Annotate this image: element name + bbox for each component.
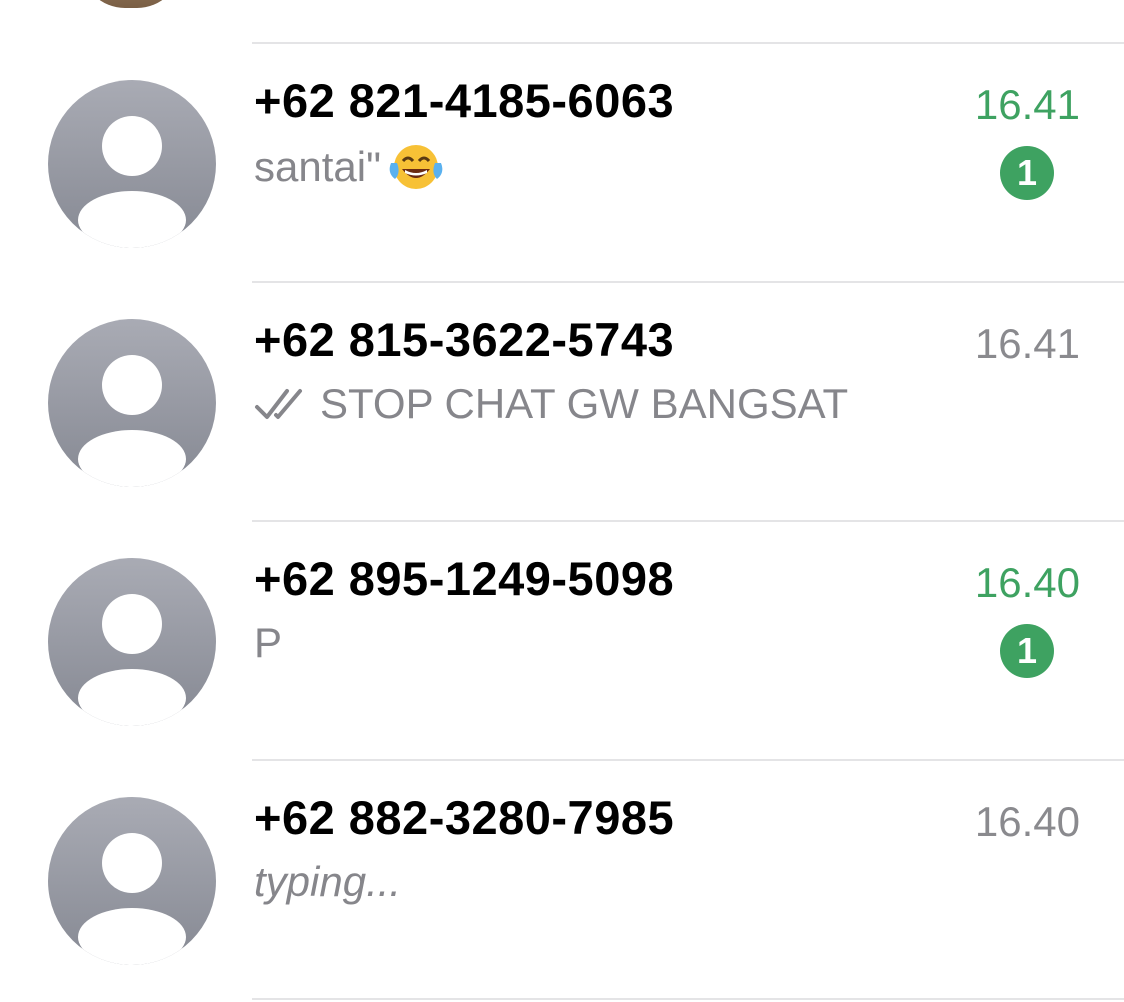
avatar[interactable] bbox=[48, 558, 216, 726]
avatar[interactable] bbox=[48, 797, 216, 965]
default-person-icon bbox=[78, 833, 186, 965]
chat-name: +62 815-3622-5743 bbox=[254, 313, 675, 366]
chat-row[interactable]: +62 882-3280-7985 16.40 typing... bbox=[0, 760, 1124, 998]
default-person-icon bbox=[78, 594, 186, 726]
unread-badge: 1 bbox=[1000, 146, 1054, 200]
chat-preview: P bbox=[254, 619, 282, 667]
chat-row[interactable]: +62 895-1249-5098 16.40 P 1 bbox=[0, 521, 1124, 759]
typing-indicator: typing... bbox=[254, 858, 402, 905]
divider bbox=[252, 998, 1124, 1000]
chat-time: 16.40 bbox=[974, 559, 1080, 606]
unread-badge: 1 bbox=[1000, 624, 1054, 678]
chat-row[interactable]: +62 821-4185-6063 16.41 santai" 1 bbox=[0, 43, 1124, 281]
avatar[interactable] bbox=[48, 80, 216, 248]
default-person-icon bbox=[78, 116, 186, 248]
chat-preview: typing... bbox=[254, 858, 401, 906]
face-with-tears-of-joy-icon bbox=[387, 141, 445, 193]
previous-chat-avatar[interactable] bbox=[81, 0, 181, 8]
chat-name: +62 895-1249-5098 bbox=[254, 552, 675, 605]
chat-name: +62 821-4185-6063 bbox=[254, 74, 675, 127]
chat-time: 16.41 bbox=[974, 320, 1080, 367]
chat-preview: santai" bbox=[254, 141, 445, 193]
double-check-icon bbox=[255, 389, 302, 419]
chat-preview-text: STOP CHAT GW BANGSAT bbox=[320, 380, 849, 427]
default-person-icon bbox=[78, 355, 186, 487]
avatar[interactable] bbox=[48, 319, 216, 487]
chat-preview: STOP CHAT GW BANGSAT bbox=[254, 380, 848, 428]
chat-preview-text: P bbox=[254, 619, 283, 666]
chat-row[interactable]: +62 815-3622-5743 16.41 STOP CHAT GW BAN… bbox=[0, 282, 1124, 520]
chat-time: 16.41 bbox=[974, 81, 1080, 128]
chat-preview-text: santai" bbox=[254, 143, 381, 190]
chat-name: +62 882-3280-7985 bbox=[254, 791, 675, 844]
chat-time: 16.40 bbox=[974, 798, 1080, 845]
